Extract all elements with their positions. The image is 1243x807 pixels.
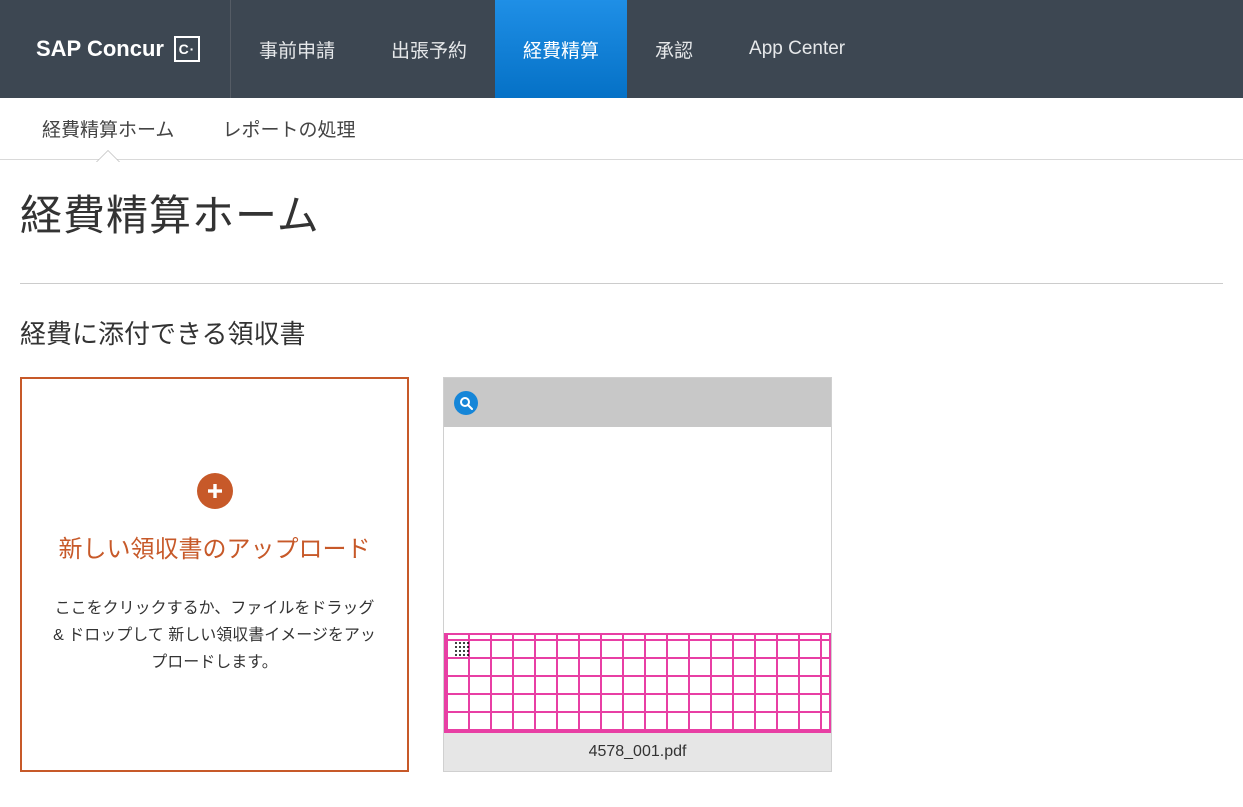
plus-icon [197, 473, 233, 509]
nav-item-app-center[interactable]: App Center [721, 0, 873, 98]
zoom-icon[interactable] [454, 391, 478, 415]
nav-item-approval[interactable]: 承認 [627, 0, 721, 98]
subnav-item-report-processing[interactable]: レポートの処理 [222, 115, 355, 142]
receipt-preview [444, 427, 831, 733]
nav-item-expense[interactable]: 経費精算 [495, 0, 627, 98]
page-content: 経費精算ホーム 経費に添付できる領収書 新しい領収書のアップロード ここをクリッ… [0, 160, 1243, 802]
page-title: 経費精算ホーム [20, 170, 1223, 284]
nav-item-request[interactable]: 事前申請 [231, 0, 363, 98]
brand-name: SAP Concur [36, 36, 164, 62]
receipt-thumbnail-card[interactable]: 4578_001.pdf [443, 377, 832, 772]
brand-logo-icon: C· [174, 36, 200, 62]
receipt-document-image [444, 633, 831, 733]
upload-receipt-card[interactable]: 新しい領収書のアップロード ここをクリックするか、ファイルをドラッグ & ドロッ… [20, 377, 409, 772]
receipt-card-header [444, 378, 831, 427]
brand[interactable]: SAP Concur C· [0, 0, 231, 98]
top-nav-items: 事前申請 出張予約 経費精算 承認 App Center [231, 0, 873, 98]
top-nav: SAP Concur C· 事前申請 出張予約 経費精算 承認 App Cent… [0, 0, 1243, 98]
sub-nav: 経費精算ホーム レポートの処理 [0, 98, 1243, 160]
receipt-filename: 4578_001.pdf [444, 733, 831, 771]
receipt-cards-row: 新しい領収書のアップロード ここをクリックするか、ファイルをドラッグ & ドロッ… [20, 377, 1223, 772]
upload-card-description: ここをクリックするか、ファイルをドラッグ & ドロップして 新しい領収書イメージ… [48, 595, 381, 677]
upload-card-title: 新しい領収書のアップロード [59, 531, 371, 569]
section-title: 経費に添付できる領収書 [20, 284, 1223, 377]
subnav-item-expense-home[interactable]: 経費精算ホーム [42, 115, 174, 142]
nav-item-travel[interactable]: 出張予約 [363, 0, 495, 98]
